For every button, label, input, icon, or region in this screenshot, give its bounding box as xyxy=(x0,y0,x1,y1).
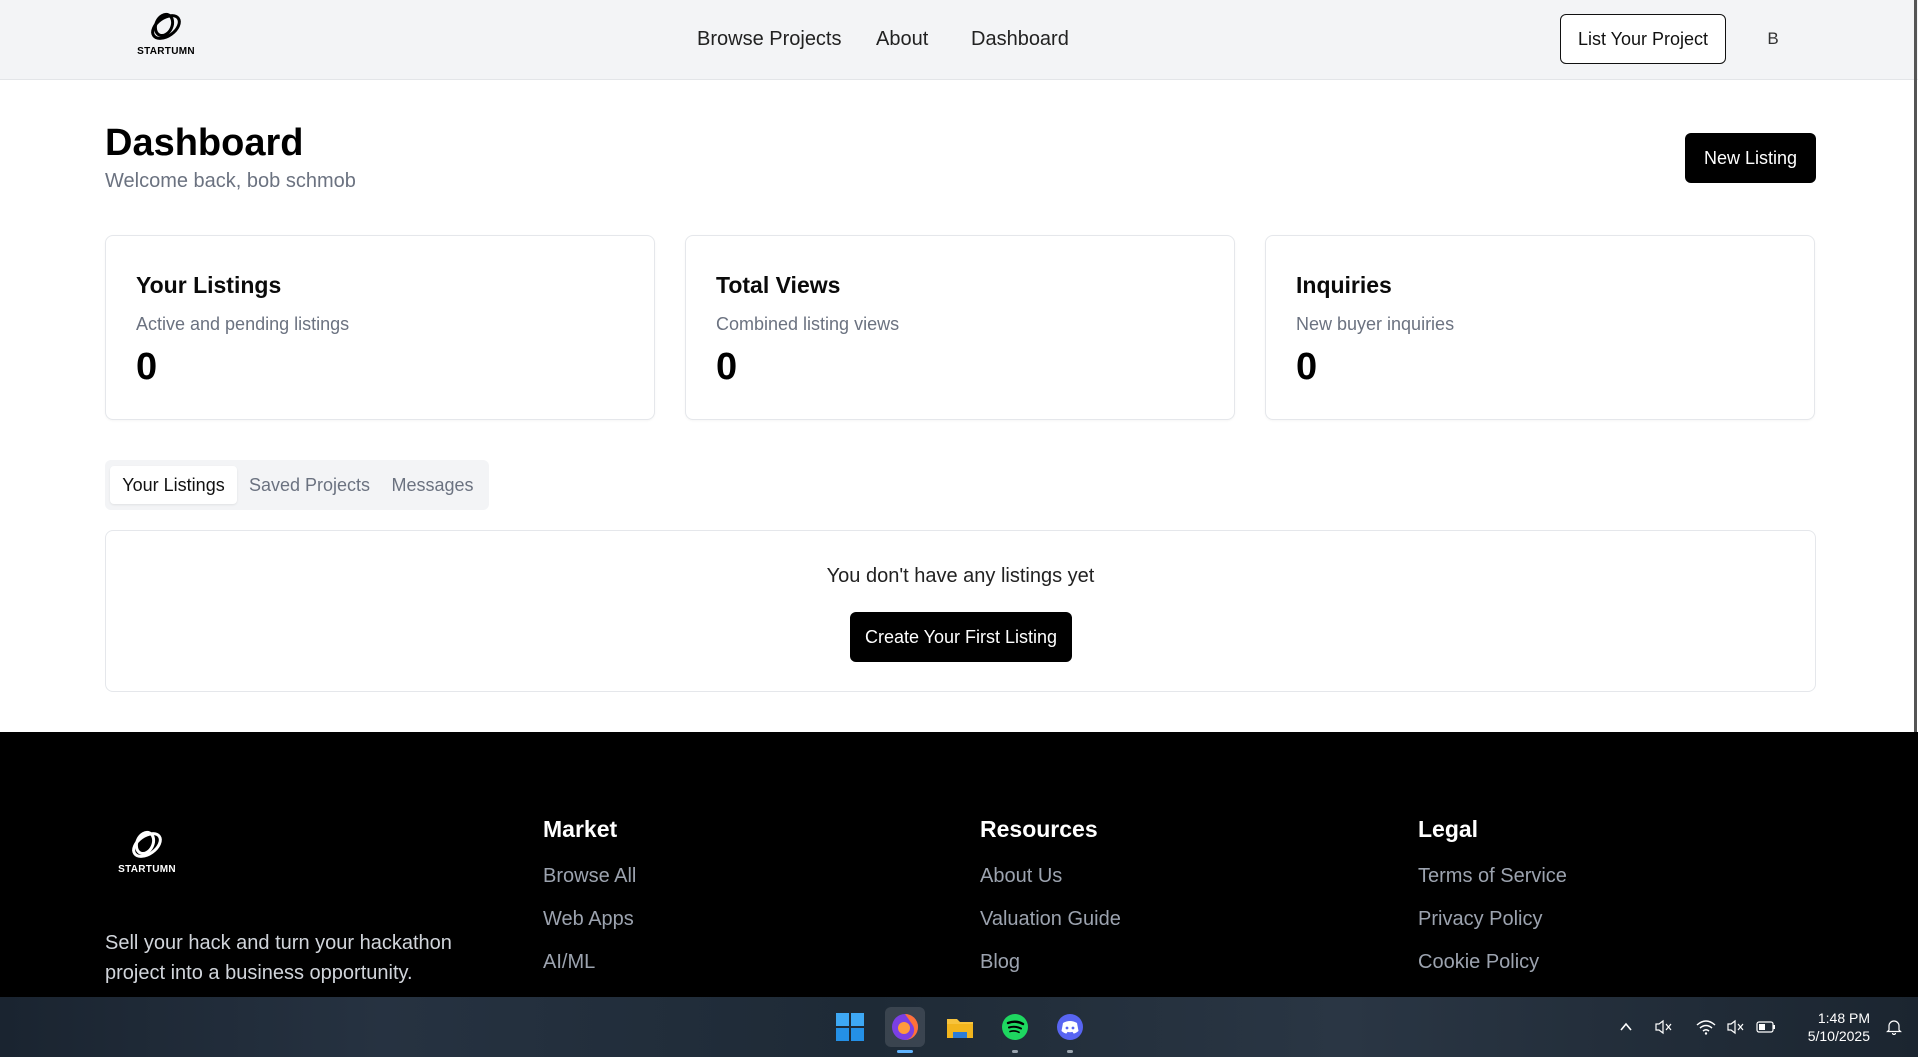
tab-saved-projects[interactable]: Saved Projects xyxy=(243,466,376,504)
wifi-icon[interactable] xyxy=(1694,1015,1718,1039)
spotify-icon[interactable] xyxy=(995,1007,1035,1053)
chevron-up-icon[interactable] xyxy=(1614,1015,1638,1039)
footer-logo-text: STARTUMN xyxy=(118,864,176,875)
page-scrollbar[interactable] xyxy=(1914,0,1917,752)
stat-card-title: Your Listings xyxy=(136,272,282,298)
clock-date: 5/10/2025 xyxy=(1807,1028,1870,1044)
windows-taskbar: 1:48 PM 5/10/2025 xyxy=(0,997,1918,1057)
create-first-listing-button[interactable]: Create Your First Listing xyxy=(850,612,1072,662)
speaker-muted-icon[interactable] xyxy=(1652,1015,1676,1039)
footer-column-legal: Legal Terms of Service Privacy Policy Co… xyxy=(1418,816,1567,994)
running-indicator xyxy=(1012,1050,1018,1053)
stat-card-desc: Active and pending listings xyxy=(136,314,350,334)
file-explorer-icon[interactable] xyxy=(940,1007,980,1047)
footer-link-browse-all[interactable]: Browse All xyxy=(543,865,636,888)
nav-dashboard[interactable]: Dashboard xyxy=(971,28,1069,51)
footer-heading: Legal xyxy=(1418,816,1479,842)
footer-heading: Resources xyxy=(980,816,1098,842)
stat-card-value: 0 xyxy=(716,346,738,388)
firefox-icon[interactable] xyxy=(885,1007,925,1053)
user-avatar[interactable]: B xyxy=(1752,18,1794,60)
stat-card-value: 0 xyxy=(136,346,158,388)
clock-time: 1:48 PM xyxy=(1817,1010,1870,1026)
battery-icon[interactable] xyxy=(1754,1015,1778,1039)
footer-column-market: Market Browse All Web Apps AI/ML xyxy=(543,816,636,994)
footer-link-valuation-guide[interactable]: Valuation Guide xyxy=(980,908,1121,931)
tab-your-listings[interactable]: Your Listings xyxy=(110,466,237,504)
stat-card-listings: Your Listings Active and pending listing… xyxy=(105,235,655,420)
stat-card-title: Inquiries xyxy=(1296,272,1392,298)
startumn-logo-icon xyxy=(132,830,162,858)
new-listing-button[interactable]: New Listing xyxy=(1685,133,1816,183)
site-footer: STARTUMN Sell your hack and turn your ha… xyxy=(0,732,1918,997)
volume-muted-icon[interactable] xyxy=(1724,1015,1748,1039)
footer-link-web-apps[interactable]: Web Apps xyxy=(543,908,636,931)
active-indicator xyxy=(897,1050,913,1053)
windows-start-icon[interactable] xyxy=(830,1007,870,1047)
list-your-project-button[interactable]: List Your Project xyxy=(1560,14,1726,64)
stat-card-value: 0 xyxy=(1296,346,1318,388)
stat-card-desc: New buyer inquiries xyxy=(1296,314,1455,334)
footer-logo[interactable]: STARTUMN xyxy=(112,828,182,875)
footer-link-cookie[interactable]: Cookie Policy xyxy=(1418,951,1567,974)
dashboard-tabs: Your Listings Saved Projects Messages xyxy=(105,460,489,510)
footer-link-about-us[interactable]: About Us xyxy=(980,865,1121,888)
empty-listings-message: You don't have any listings yet xyxy=(826,565,1095,587)
stat-card-title: Total Views xyxy=(716,272,841,298)
nav-about[interactable]: About xyxy=(876,28,928,51)
nav-browse-projects[interactable]: Browse Projects xyxy=(697,28,842,51)
discord-icon[interactable] xyxy=(1050,1007,1090,1053)
notification-bell-icon[interactable] xyxy=(1882,1015,1906,1039)
stat-card-desc: Combined listing views xyxy=(716,314,900,334)
running-indicator xyxy=(1067,1050,1073,1053)
listings-panel: You don't have any listings yet Create Y… xyxy=(105,530,1816,692)
stat-card-views: Total Views Combined listing views 0 xyxy=(685,235,1235,420)
footer-link-terms[interactable]: Terms of Service xyxy=(1418,865,1567,888)
footer-tagline: Sell your hack and turn your hackathon p… xyxy=(105,932,452,984)
page-title: Dashboard xyxy=(105,122,304,164)
site-header: STARTUMN Browse Projects About Dashboard… xyxy=(0,0,1918,80)
stat-card-inquiries: Inquiries New buyer inquiries 0 xyxy=(1265,235,1815,420)
tab-messages[interactable]: Messages xyxy=(382,466,483,504)
system-clock[interactable]: 1:48 PM 5/10/2025 xyxy=(1790,1009,1870,1045)
footer-link-ai-ml[interactable]: AI/ML xyxy=(543,951,636,974)
footer-link-privacy[interactable]: Privacy Policy xyxy=(1418,908,1567,931)
welcome-subtitle: Welcome back, bob schmob xyxy=(105,170,356,192)
footer-column-resources: Resources About Us Valuation Guide Blog xyxy=(980,816,1121,994)
footer-link-blog[interactable]: Blog xyxy=(980,951,1121,974)
footer-heading: Market xyxy=(543,816,618,842)
